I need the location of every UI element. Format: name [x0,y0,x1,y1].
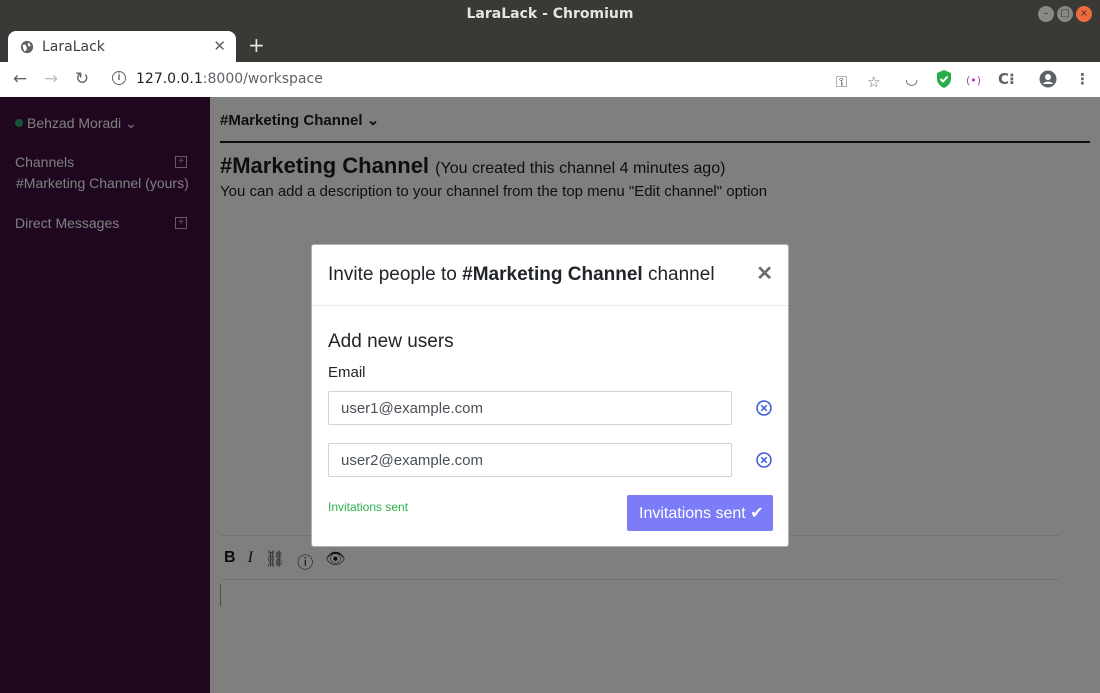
profile-icon[interactable] [1039,70,1057,88]
invite-modal: Invite people to #Marketing Channel chan… [311,244,789,547]
close-icon[interactable]: ✕ [756,261,773,286]
browser-tab[interactable]: LaraLack ✕ [8,31,236,62]
check-icon: ✔ [750,505,764,522]
tab-strip: LaraLack ✕ + [0,28,1100,62]
modal-title-suffix: channel [642,264,715,285]
reload-icon[interactable]: ↻ [72,69,92,89]
tab-title: LaraLack [42,39,105,55]
address-bar[interactable]: i 127.0.0.1:8000/workspace ⚿ ☆ [104,65,894,93]
url-path: :8000/workspace [202,71,323,87]
url-host: 127.0.0.1 [136,71,203,87]
bookmark-star-icon[interactable]: ☆ [867,73,880,91]
window-title: LaraLack - Chromium [466,6,634,22]
menu-icon[interactable]: ⋮ [1075,70,1090,88]
modal-title-prefix: Invite people to [328,264,463,285]
invitation-status: Invitations sent [328,500,409,514]
site-info-icon[interactable]: i [112,71,126,85]
globe-icon [20,40,34,54]
browser-toolbar: ← → ↻ i 127.0.0.1:8000/workspace ⚿ ☆ ◡ (… [0,62,1100,98]
modal-title: Invite people to #Marketing Channel chan… [328,264,715,286]
broadcast-icon[interactable]: (•) [966,72,981,90]
extension-icon[interactable]: C⁝ [998,70,1015,88]
tab-close-icon[interactable]: ✕ [213,37,226,55]
add-users-heading: Add new users [328,331,454,352]
close-window-icon[interactable]: × [1076,6,1092,22]
key-icon[interactable]: ⚿ [836,73,847,91]
url-text: 127.0.0.1:8000/workspace [136,71,323,87]
send-invitations-label: Invitations sent [639,505,746,522]
pocket-icon[interactable]: ◡ [905,70,918,88]
minimize-icon[interactable]: – [1038,6,1054,22]
modal-header: Invite people to #Marketing Channel chan… [312,245,788,306]
shield-extension-icon[interactable] [936,70,952,88]
send-invitations-button[interactable]: Invitations sent ✔ [627,495,773,531]
remove-email-icon[interactable] [756,400,772,416]
new-tab-icon[interactable]: + [248,33,265,57]
remove-email-icon[interactable] [756,452,772,468]
email-field-1[interactable] [328,391,732,425]
email-field-2[interactable] [328,443,732,477]
back-icon[interactable]: ← [10,69,30,89]
maximize-icon[interactable]: □ [1057,6,1073,22]
forward-icon[interactable]: → [41,69,61,89]
window-titlebar: LaraLack - Chromium – □ × [0,0,1100,28]
email-label: Email [328,364,366,381]
window-controls: – □ × [1038,6,1092,22]
modal-title-channel: #Marketing Channel [462,264,643,285]
